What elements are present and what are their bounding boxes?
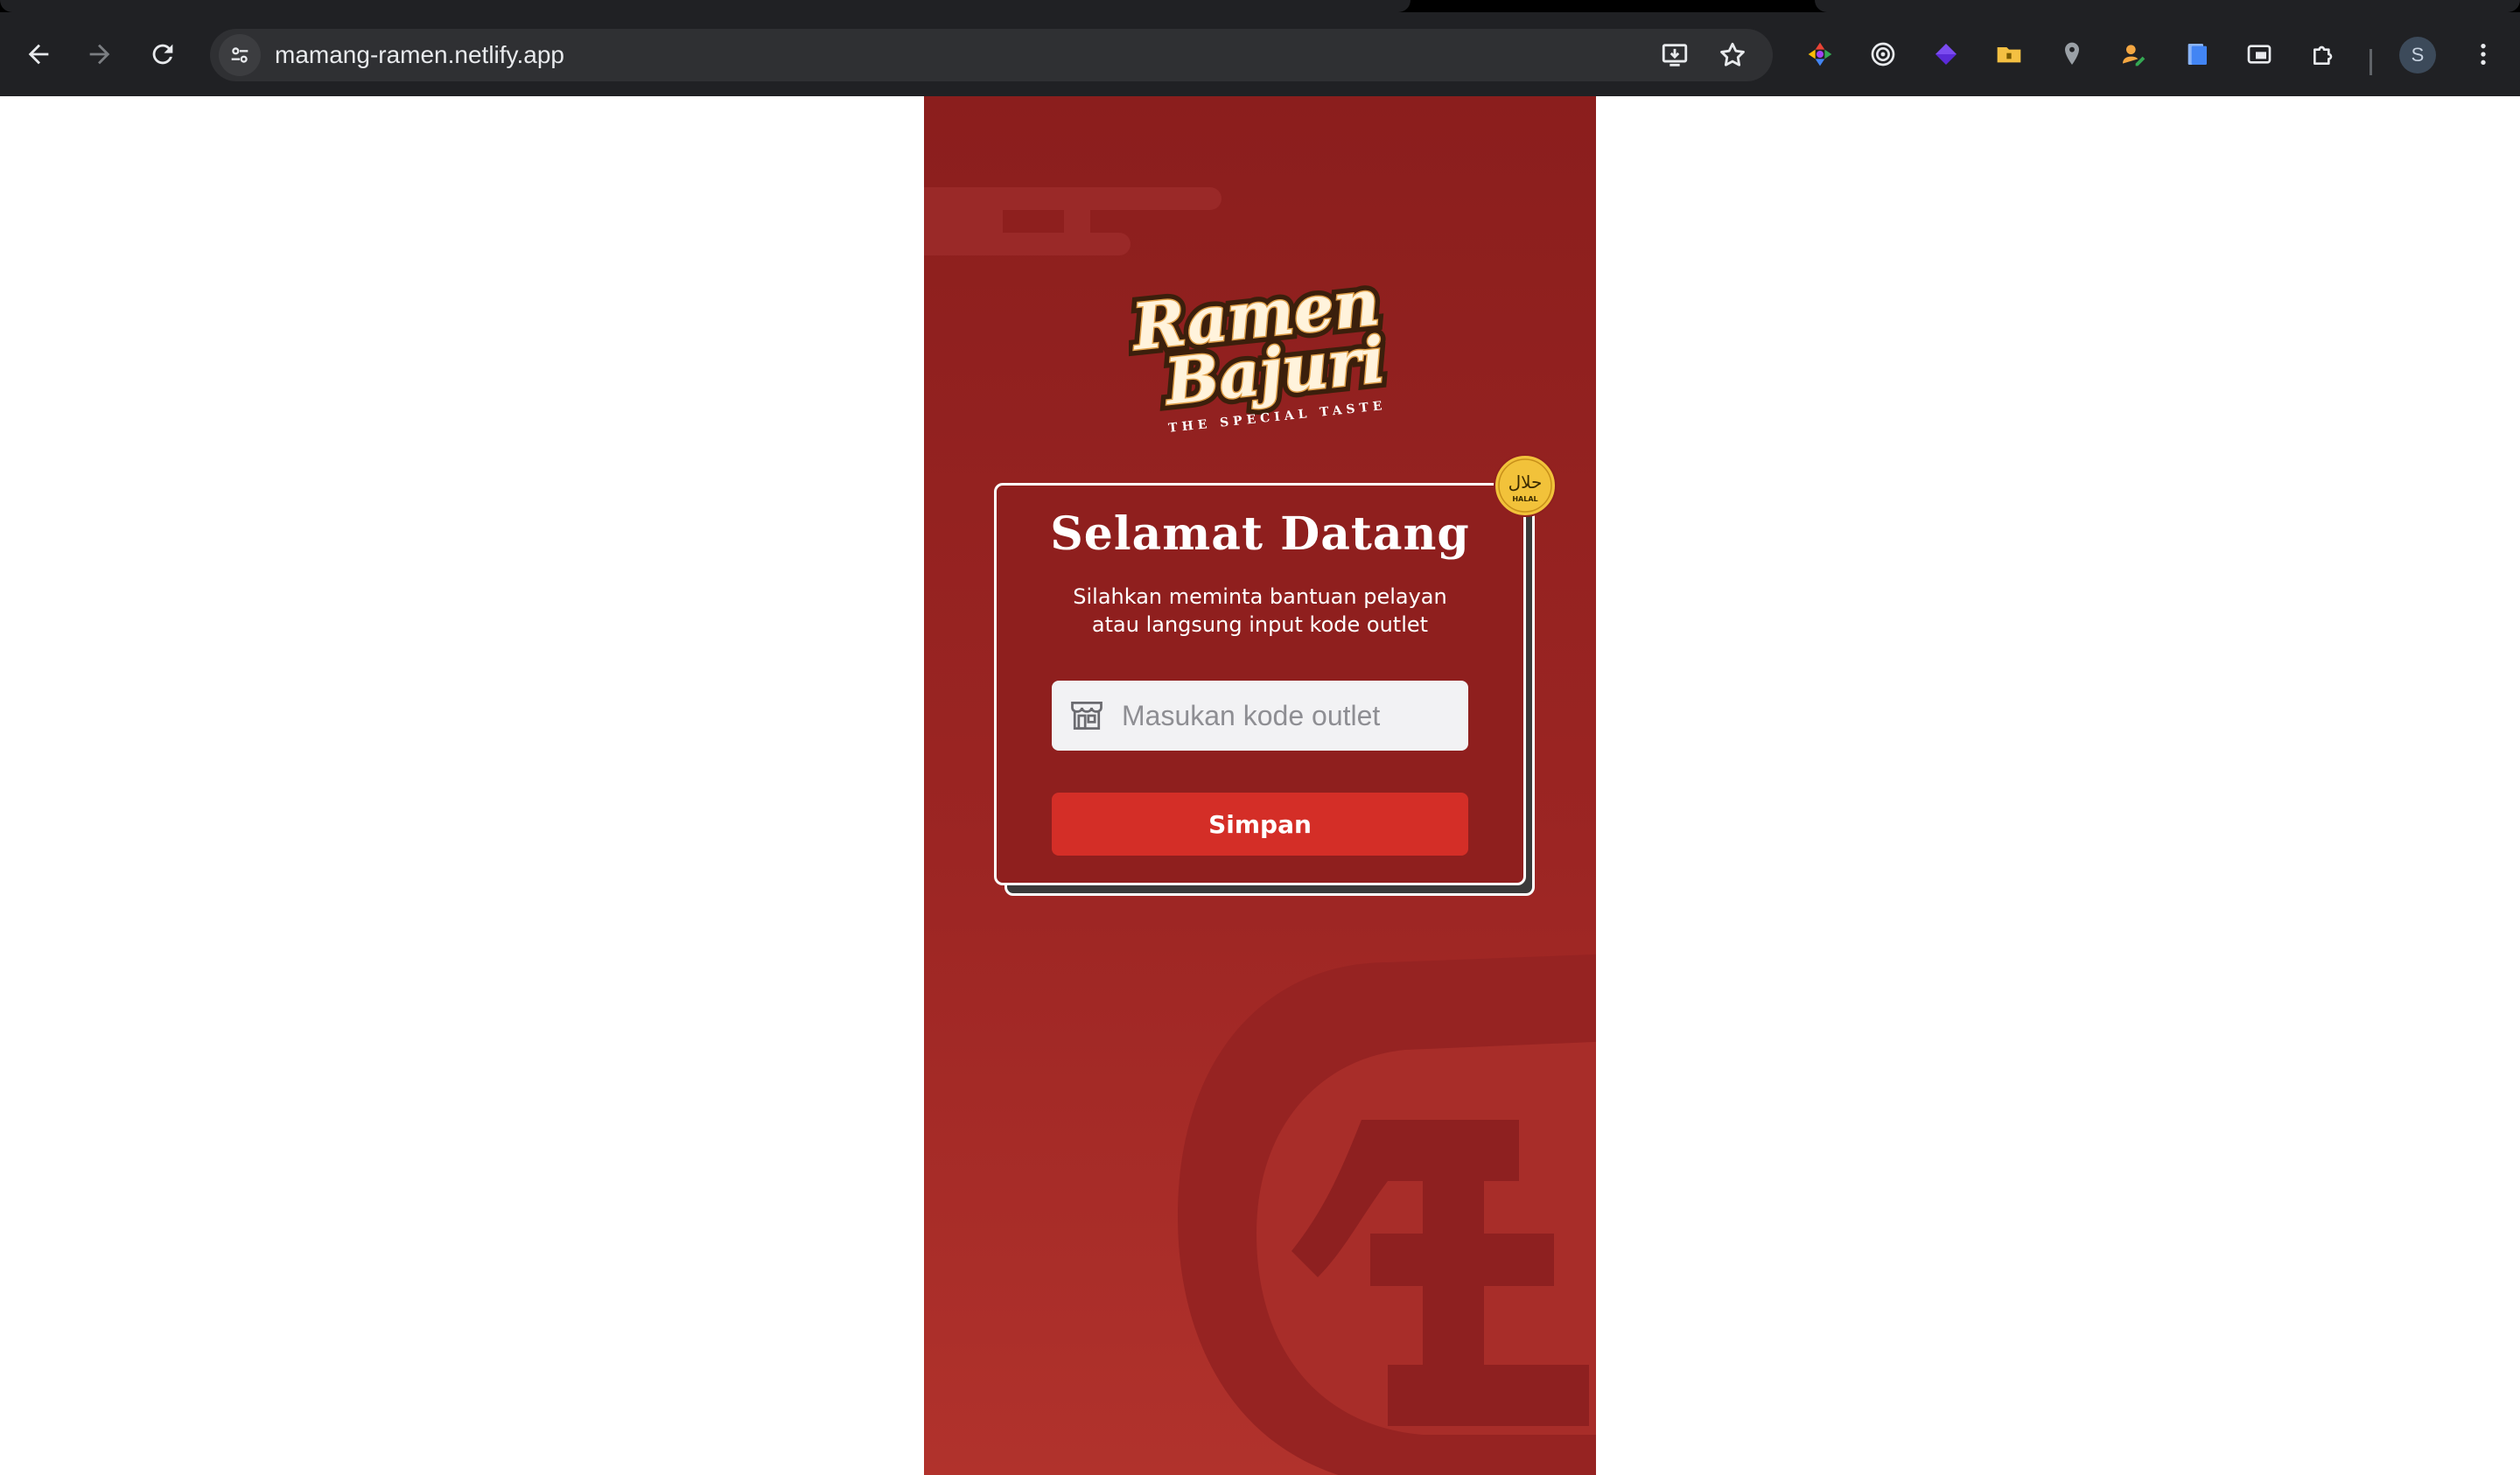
app-container: Ramen Ramen Bajuri Bajuri THE SPECIAL TA… [924,96,1596,1475]
map-pin-icon[interactable] [2054,37,2090,72]
tune-icon [231,47,248,63]
install-app-button[interactable] [1654,34,1696,76]
window-icon[interactable] [2242,37,2277,72]
outlet-code-input[interactable] [1122,681,1454,751]
arrow-left-icon [28,44,49,65]
subtitle-line-1: Silahkan meminta bantuan pelayan [1073,584,1447,609]
tab-active[interactable] [0,0,1410,12]
person-pen-icon[interactable] [2116,37,2151,72]
brush-kanji-decoration [1178,954,1596,1475]
install-desktop-icon [1662,44,1688,66]
profile-avatar[interactable]: S [2399,37,2436,73]
welcome-subtitle: Silahkan meminta bantuan pelayan atau la… [1029,583,1491,639]
star-icon [1720,42,1745,66]
tab-other[interactable] [1815,0,2520,12]
address-bar[interactable]: mamang-ramen.netlify.app [210,29,1773,81]
store-icon [1071,701,1102,731]
svg-text:حلال: حلال [1508,472,1543,493]
reload-icon [152,44,173,65]
diamond-icon[interactable] [1928,37,1964,72]
bookmark-button[interactable] [1712,34,1754,76]
browser-toolbar: mamang-ramen.netlify.app S [0,12,2520,96]
back-button[interactable] [14,30,63,79]
arrow-right-icon [89,44,110,65]
page-viewport: Ramen Ramen Bajuri Bajuri THE SPECIAL TA… [0,96,2520,1475]
toolbar-separator [2370,49,2372,75]
target-icon[interactable] [1866,37,1900,72]
url-text[interactable]: mamang-ramen.netlify.app [275,29,564,81]
outlet-code-field[interactable] [1052,681,1468,751]
subtitle-line-2: atau langsung input kode outlet [1091,612,1429,637]
svg-text:HALAL: HALAL [1512,495,1537,503]
folder-icon[interactable] [1992,37,2026,72]
ramen-bajuri-logo: Ramen Ramen Bajuri Bajuri THE SPECIAL TA… [1129,282,1395,436]
browser-chrome: mamang-ramen.netlify.app S [0,0,2520,96]
reload-button[interactable] [138,30,187,79]
kebab-menu-icon[interactable] [2466,37,2501,72]
save-button[interactable]: Simpan [1052,793,1468,856]
puzzle-icon[interactable] [2306,37,2342,72]
site-info-button[interactable] [219,34,261,76]
welcome-title: Selamat Datang [1050,507,1470,561]
forward-button[interactable] [75,30,124,79]
cloud-decoration [924,187,1222,255]
document-icon[interactable] [2179,37,2214,72]
colorpicker-icon[interactable] [1802,37,1838,72]
tab-strip [0,0,2520,12]
